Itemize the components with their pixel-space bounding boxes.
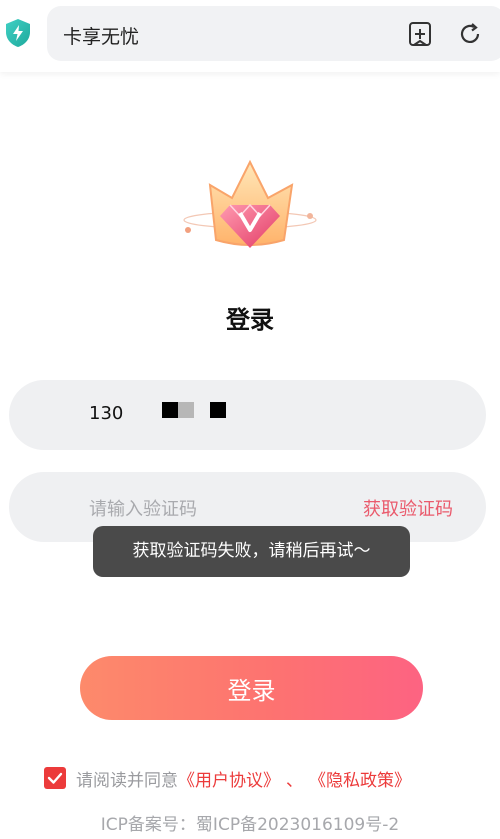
phone-value: 130 — [89, 403, 124, 424]
error-toast: 获取验证码失败，请稍后再试～ — [93, 526, 410, 577]
privacy-policy-link[interactable]: 《隐私政策》 — [309, 766, 411, 791]
checkmark-icon — [47, 772, 63, 784]
login-button[interactable]: 登录 — [80, 656, 423, 720]
page-title-in-address-bar: 卡享无忧 — [63, 26, 140, 48]
agreement-separator: 、 — [286, 770, 303, 791]
agreement-prefix: 请阅读并同意 — [76, 770, 178, 791]
phone-input[interactable]: 130 — [9, 380, 486, 450]
address-bar[interactable]: 卡享无忧 — [47, 6, 500, 61]
add-bookmark-icon[interactable] — [407, 21, 433, 47]
refresh-icon[interactable] — [457, 21, 483, 47]
browser-top-bar: 卡享无忧 — [0, 0, 500, 72]
vip-crown-logo — [183, 159, 317, 248]
user-agreement-link[interactable]: 《用户协议》 — [178, 766, 280, 791]
redaction-block — [210, 402, 226, 418]
login-title: 登录 — [226, 306, 274, 334]
redaction-block — [162, 402, 178, 418]
redaction-block — [178, 402, 194, 418]
agreement-checkbox[interactable] — [44, 767, 66, 789]
icp-record: ICP备案号：蜀ICP备2023016109号-2 — [100, 815, 400, 835]
get-code-button[interactable]: 获取验证码 — [363, 495, 453, 521]
shield-icon[interactable] — [4, 18, 32, 48]
agreement-row: 请阅读并同意 《用户协议》 、 《隐私政策》 — [44, 766, 411, 791]
code-placeholder: 请输入验证码 — [89, 499, 197, 520]
